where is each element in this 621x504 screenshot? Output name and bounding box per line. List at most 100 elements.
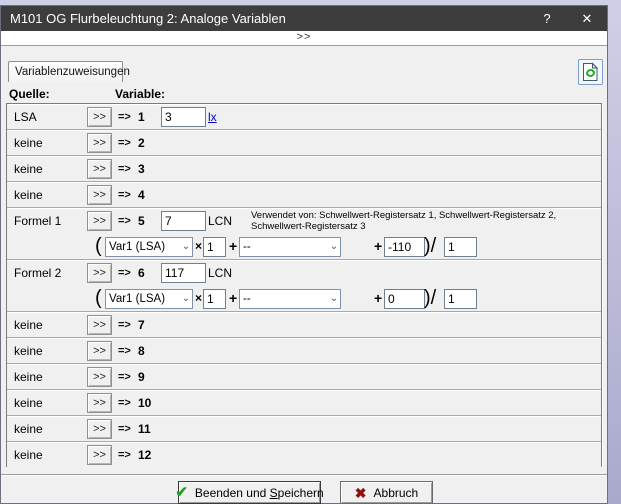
source-label: keine [14,364,43,390]
assign-source-button[interactable]: >> [87,159,112,179]
divisor-input[interactable] [444,289,477,309]
expander-bar[interactable]: >> [1,31,607,46]
column-header-source: Quelle: [9,87,50,101]
variable-number: 11 [138,416,151,442]
variable-number: 9 [138,364,145,390]
open-paren: ( [95,234,102,260]
source-label: Formel 1 [14,208,61,234]
analog-variables-dialog: M101 OG Flurbeleuchtung 2: Analoge Varia… [0,5,608,504]
factor-input[interactable] [203,237,226,257]
assign-source-button[interactable]: >> [87,185,112,205]
assign-source-button[interactable]: >> [87,393,112,413]
used-by-note: Verwendet von: Schwellwert-Registersatz … [251,211,603,232]
variable-value-input[interactable] [161,107,206,127]
maps-to-arrow: => [118,364,131,390]
unit-link[interactable]: lx [208,104,217,130]
variable-value-input[interactable] [161,211,206,231]
operand1-select[interactable]: Var1 (LSA) [105,237,193,257]
variable-row-8: keine >> => 8 [7,338,601,364]
source-label: keine [14,338,43,364]
maps-to-arrow: => [118,156,131,182]
variable-number: 3 [138,156,145,182]
close-paren-divide: )/ [424,286,436,312]
maps-to-arrow: => [118,390,131,416]
close-paren-divide: )/ [424,234,436,260]
titlebar: M101 OG Flurbeleuchtung 2: Analoge Varia… [1,6,607,31]
variable-number: 8 [138,338,145,364]
close-icon[interactable]: ✕ [567,6,607,31]
dialog-client-area: Variablenzuweisungen Quelle: Variable: L… [1,46,607,503]
save-and-close-button[interactable]: ✔ Beenden und Speichern [178,481,321,504]
variable-assignment-list: LSA >> => 1 lx keine >> => 2 keine >> =>… [6,103,602,467]
maps-to-arrow: => [118,338,131,364]
refresh-button[interactable] [578,59,603,85]
used-by-line-2: Schwellwert-Registersatz 3 [251,222,603,233]
window-title: M101 OG Flurbeleuchtung 2: Analoge Varia… [10,11,286,26]
assign-source-button[interactable]: >> [87,107,112,127]
variable-number: 6 [138,260,145,286]
variable-number: 2 [138,130,145,156]
variable-number: 1 [138,104,145,130]
variable-number: 4 [138,182,145,208]
used-by-line-1: Verwendet von: Schwellwert-Registersatz … [251,211,603,222]
multiply-operator: × [195,234,202,260]
variable-row-10: keine >> => 10 [7,390,601,416]
save-label-pre: Beenden und [195,486,270,500]
column-header-variable: Variable: [115,87,165,101]
variable-row-3: keine >> => 3 [7,156,601,182]
source-label: keine [14,416,43,442]
unit-label: LCN [208,208,232,234]
tab-variablenzuweisungen[interactable]: Variablenzuweisungen [8,61,123,82]
plus-operator: + [374,234,382,260]
source-label: keine [14,390,43,416]
variable-number: 10 [138,390,151,416]
variable-row-5: Formel 1 >> => 5 LCN Verwendet von: Schw… [7,208,601,260]
chevron-down-icon [328,290,340,308]
assign-source-button[interactable]: >> [87,133,112,153]
save-label-post: peichern [278,486,324,500]
offset-input[interactable] [384,237,425,257]
open-paren: ( [95,286,102,312]
chevron-down-icon [180,290,192,308]
source-label: Formel 2 [14,260,61,286]
source-label: keine [14,130,43,156]
variable-value-input[interactable] [161,263,206,283]
offset-input[interactable] [384,289,425,309]
divisor-input[interactable] [444,237,477,257]
maps-to-arrow: => [118,130,131,156]
assign-source-button[interactable]: >> [87,341,112,361]
maps-to-arrow: => [118,182,131,208]
operand2-select[interactable]: -- [239,237,341,257]
factor-input[interactable] [203,289,226,309]
save-button-label: Beenden und Speichern [195,486,324,500]
maps-to-arrow: => [118,208,131,234]
operand1-value: Var1 (LSA) [109,290,180,308]
assign-source-button[interactable]: >> [87,315,112,335]
source-label: keine [14,182,43,208]
plus-operator: + [229,234,237,260]
assign-source-button[interactable]: >> [87,367,112,387]
source-label: keine [14,312,43,338]
cancel-button-label: Abbruch [374,486,419,500]
chevron-down-icon [328,238,340,256]
formula-editor: ( Var1 (LSA) × + -- + )/ [7,286,601,312]
variable-row-2: keine >> => 2 [7,130,601,156]
help-icon[interactable]: ? [527,6,567,31]
assign-source-button[interactable]: >> [87,211,112,231]
assign-source-button[interactable]: >> [87,419,112,439]
variable-row-12: keine >> => 12 [7,442,601,468]
variable-row-4: keine >> => 4 [7,182,601,208]
assign-source-button[interactable]: >> [87,445,112,465]
variable-row-1: LSA >> => 1 lx [7,104,601,130]
assign-source-button[interactable]: >> [87,263,112,283]
source-label: keine [14,156,43,182]
variable-row-6: Formel 2 >> => 6 LCN ( Var1 (LSA) × + - [7,260,601,312]
source-label: LSA [14,104,37,130]
save-label-accel: S [270,486,278,500]
maps-to-arrow: => [118,442,131,468]
operand1-select[interactable]: Var1 (LSA) [105,289,193,309]
maps-to-arrow: => [118,416,131,442]
operand2-select[interactable]: -- [239,289,341,309]
cancel-button[interactable]: ✖ Abbruch [340,481,433,504]
operand1-value: Var1 (LSA) [109,238,180,256]
